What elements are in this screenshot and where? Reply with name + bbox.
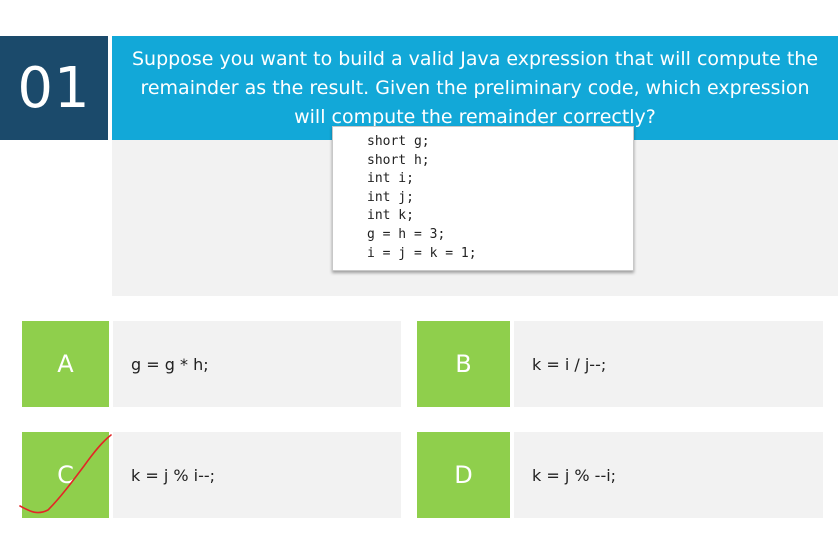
- code-line: int j;: [367, 189, 414, 205]
- option-d-letter[interactable]: D: [417, 432, 510, 518]
- option-b-letter[interactable]: B: [417, 321, 510, 407]
- code-line: g = h = 3;: [367, 226, 446, 242]
- question-prompt: Suppose you want to build a valid Java e…: [112, 36, 838, 140]
- option-a-letter[interactable]: A: [22, 321, 109, 407]
- option-a-text[interactable]: g = g * h;: [113, 321, 401, 407]
- option-b-text[interactable]: k = i / j--;: [514, 321, 823, 407]
- code-line: short h;: [367, 152, 430, 168]
- code-line: int k;: [367, 208, 414, 224]
- option-c-text[interactable]: k = j % i--;: [113, 432, 401, 518]
- option-d-text[interactable]: k = j % --i;: [514, 432, 823, 518]
- option-c-letter[interactable]: C: [22, 432, 109, 518]
- code-line: int i;: [367, 171, 414, 187]
- code-snippet: short g; short h; int i; int j; int k; g…: [332, 126, 634, 271]
- code-line: short g;: [367, 134, 430, 149]
- code-line: i = j = k = 1;: [367, 245, 477, 261]
- question-number: 01: [0, 36, 108, 140]
